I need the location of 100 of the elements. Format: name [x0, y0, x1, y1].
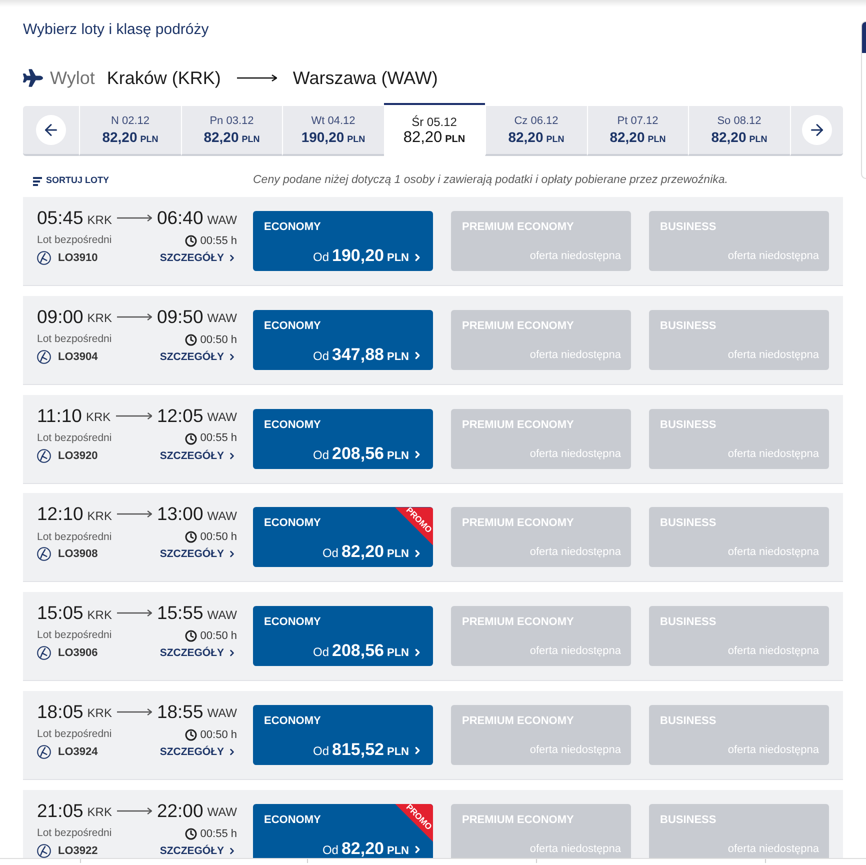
- arrival-time: 22:00: [156, 800, 204, 822]
- details-link[interactable]: SZCZEGÓŁY: [160, 746, 237, 758]
- flight-number: LO3924: [58, 746, 98, 758]
- bird-logo-icon: [37, 448, 51, 463]
- flight-duration: 00:55 h: [200, 826, 237, 842]
- departure-time: 21:05: [37, 800, 84, 822]
- flight-duration: 00:50 h: [200, 530, 237, 546]
- bird-logo-icon: [37, 844, 51, 858]
- airport-code: WAW: [207, 705, 237, 722]
- long-arrow-icon: [116, 708, 152, 716]
- arrival-time: 18:55: [156, 700, 204, 723]
- bird-logo-icon: [37, 744, 51, 759]
- details-link[interactable]: SZCZEGÓŁY: [160, 844, 237, 857]
- fare-button[interactable]: ECONOMY Od 208,56 PLN: [253, 408, 433, 469]
- page-heading: Wybierz loty i klasę podróży: [23, 20, 210, 40]
- chevron-right-icon: [227, 450, 237, 461]
- airport-code: WAW: [207, 212, 237, 228]
- long-arrow-icon: [116, 510, 152, 518]
- details-link[interactable]: SZCZEGÓŁY: [160, 252, 237, 264]
- sort-icon: [33, 176, 42, 186]
- flight-number: LO3922: [58, 844, 98, 857]
- chevron-right-icon: [227, 648, 237, 658]
- fare-button[interactable]: ECONOMY Od 347,88 PLN: [253, 310, 433, 370]
- clock-icon: [185, 630, 198, 642]
- previous-dates-button[interactable]: [36, 115, 66, 145]
- clock-icon: [185, 531, 198, 544]
- departure-time: 11:10: [37, 404, 82, 427]
- price-notice: Ceny podane niżej dotyczą 1 osoby i zawierają podatki i opłaty pobierane przez przewoźnika.: [253, 173, 728, 188]
- flight-type-label: Lot bezpośredni: [37, 530, 112, 545]
- flight-duration: 00:50 h: [200, 728, 237, 743]
- long-arrow-icon: [116, 214, 152, 222]
- airport-code: KRK: [87, 508, 112, 525]
- direction-label: Wylot: [50, 66, 95, 90]
- date-tab[interactable]: Pn 03.12 82,20 PLN: [180, 106, 282, 156]
- details-link[interactable]: SZCZEGÓŁY: [160, 647, 237, 660]
- airport-code: KRK: [86, 409, 111, 426]
- airport-code: KRK: [87, 804, 112, 822]
- date-tab[interactable]: Cz 06.12 82,20 PLN: [485, 106, 586, 156]
- destination-city: Warszawa (WAW): [292, 66, 438, 90]
- sort-button[interactable]: SORTUJ LOTY: [33, 174, 110, 188]
- origin-city: Kraków (KRK): [106, 66, 221, 90]
- flight-type-label: Lot bezpośredni: [37, 332, 112, 347]
- airport-code: WAW: [207, 508, 237, 525]
- airport-code: WAW: [207, 804, 237, 822]
- arrival-time: 09:50: [156, 306, 204, 328]
- fare-button[interactable]: ECONOMY Od 815,52 PLN: [253, 704, 433, 765]
- flight-type-label: Lot bezpośredni: [37, 233, 112, 248]
- airport-code: WAW: [207, 310, 237, 328]
- clock-icon: [185, 235, 198, 247]
- bird-logo-icon: [37, 251, 51, 265]
- details-link[interactable]: SZCZEGÓŁY: [160, 350, 237, 363]
- flight-type-label: Lot bezpośredni: [37, 826, 112, 841]
- clock-icon: [185, 728, 198, 741]
- date-tab[interactable]: Pt 07.12 82,20 PLN: [586, 106, 688, 156]
- chevron-right-icon: [227, 746, 237, 757]
- flight-number: LO3908: [58, 548, 98, 560]
- date-tab[interactable]: N 02.12 82,20 PLN: [79, 106, 180, 156]
- arrival-time: 15:55: [156, 602, 204, 624]
- chevron-right-icon: [227, 253, 237, 263]
- plane-icon: [23, 68, 43, 88]
- airport-code: KRK: [87, 212, 112, 228]
- airport-code: WAW: [207, 606, 237, 624]
- flight-number: LO3910: [58, 252, 98, 264]
- departure-time: 12:10: [37, 503, 84, 526]
- airport-code: KRK: [87, 310, 112, 328]
- departure-time: 09:00: [37, 306, 84, 328]
- flight-number: LO3904: [58, 350, 98, 363]
- departure-time: 05:45: [37, 207, 84, 229]
- chevron-right-icon: [227, 549, 237, 560]
- flight-duration: 00:50 h: [200, 332, 237, 348]
- date-tab[interactable]: So 08.12 82,20 PLN: [688, 106, 790, 156]
- flight-type-label: Lot bezpośredni: [37, 727, 112, 742]
- airport-code: WAW: [207, 409, 237, 426]
- arrival-time: 06:40: [156, 207, 204, 229]
- clock-icon: [185, 828, 198, 840]
- fare-button[interactable]: ECONOMY Od 190,20 PLN: [253, 211, 433, 271]
- chevron-right-icon: [227, 352, 237, 362]
- details-link[interactable]: SZCZEGÓŁY: [160, 548, 237, 560]
- flight-type-label: Lot bezpośredni: [37, 628, 112, 644]
- long-arrow-icon: [116, 609, 152, 618]
- long-arrow-icon: [116, 312, 152, 321]
- chevron-right-icon: [227, 846, 237, 856]
- bird-logo-icon: [37, 350, 51, 364]
- flight-number: LO3920: [58, 450, 98, 462]
- long-arrow-icon: [236, 74, 277, 82]
- clock-icon: [185, 334, 198, 346]
- next-dates-button[interactable]: [802, 115, 832, 145]
- fare-button[interactable]: ECONOMY Od 208,56 PLN: [253, 606, 433, 666]
- bird-logo-icon: [37, 547, 51, 562]
- flight-duration: 00:50 h: [200, 628, 237, 644]
- date-tab[interactable]: Wt 04.12 190,20 PLN: [282, 106, 384, 156]
- clock-icon: [185, 432, 198, 445]
- flight-duration: 00:55 h: [200, 234, 237, 249]
- arrival-time: 12:05: [156, 404, 204, 427]
- airport-code: KRK: [87, 606, 112, 624]
- arrival-time: 13:00: [156, 503, 204, 526]
- flight-number: LO3906: [58, 647, 98, 660]
- details-link[interactable]: SZCZEGÓŁY: [160, 450, 237, 462]
- flight-duration: 00:55 h: [200, 431, 237, 446]
- long-arrow-icon: [116, 412, 152, 420]
